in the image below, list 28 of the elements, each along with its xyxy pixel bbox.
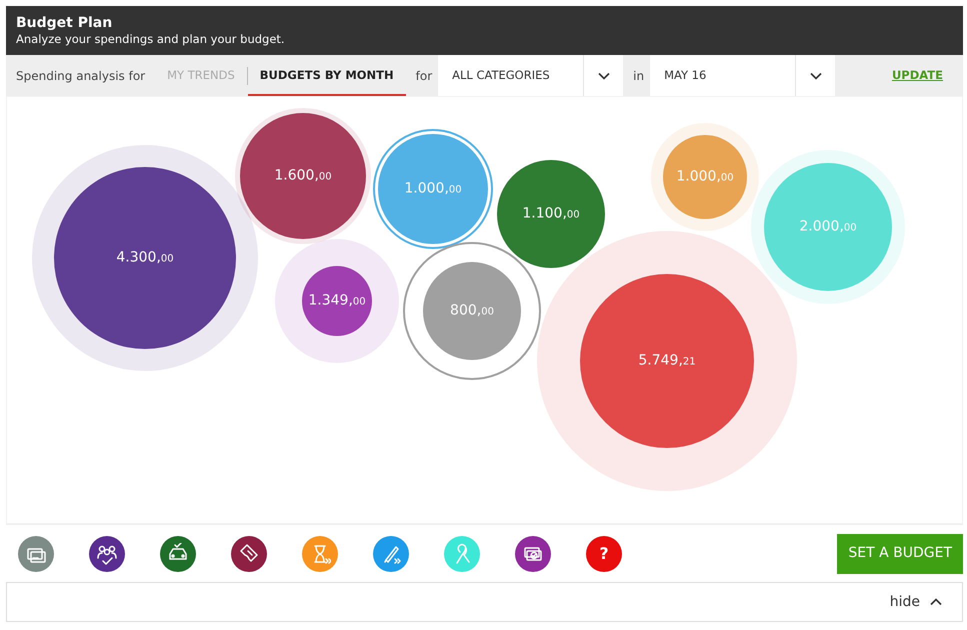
category-button[interactable] <box>89 536 125 572</box>
category-button[interactable]: ? <box>586 536 622 572</box>
bubble-amount: 4.300,00 <box>116 248 174 268</box>
bubble-amount: 1.000,00 <box>404 180 462 198</box>
category-button[interactable] <box>160 536 196 572</box>
app-title: Budget Plan <box>16 15 114 32</box>
bubble-amount: 1.349,00 <box>308 292 366 310</box>
dropdown-field[interactable]: ALL CATEGORIES <box>438 55 624 96</box>
filter-label: for <box>416 68 432 84</box>
bubble[interactable] <box>240 113 366 239</box>
ticket-icon <box>238 542 260 564</box>
bubble-amount: 800,00 <box>450 302 494 320</box>
category-button[interactable] <box>515 536 551 572</box>
category-button[interactable] <box>231 536 267 572</box>
filter-label: Spending analysis for <box>16 68 146 84</box>
bubble-amount: 5.749,21 <box>638 352 696 370</box>
tab[interactable]: BUDGETS BY MONTH <box>248 55 406 96</box>
filter-label: in <box>633 68 644 84</box>
chevron-up-icon <box>930 598 942 606</box>
bubble-amount: 1.600,00 <box>274 166 332 186</box>
bubble-amount: 2.000,00 <box>799 218 857 236</box>
hide-toggle[interactable]: hide <box>890 592 942 612</box>
app-subtitle: Analyze your spendings and plan your budget. <box>16 32 286 47</box>
dropdown-field[interactable]: MAY 16 <box>650 55 836 96</box>
caret-icon <box>810 72 822 80</box>
bubble-amount: 1.000,00 <box>676 168 734 186</box>
bubble-amount: 1.100,00 <box>522 204 580 224</box>
caret-icon <box>598 72 610 80</box>
